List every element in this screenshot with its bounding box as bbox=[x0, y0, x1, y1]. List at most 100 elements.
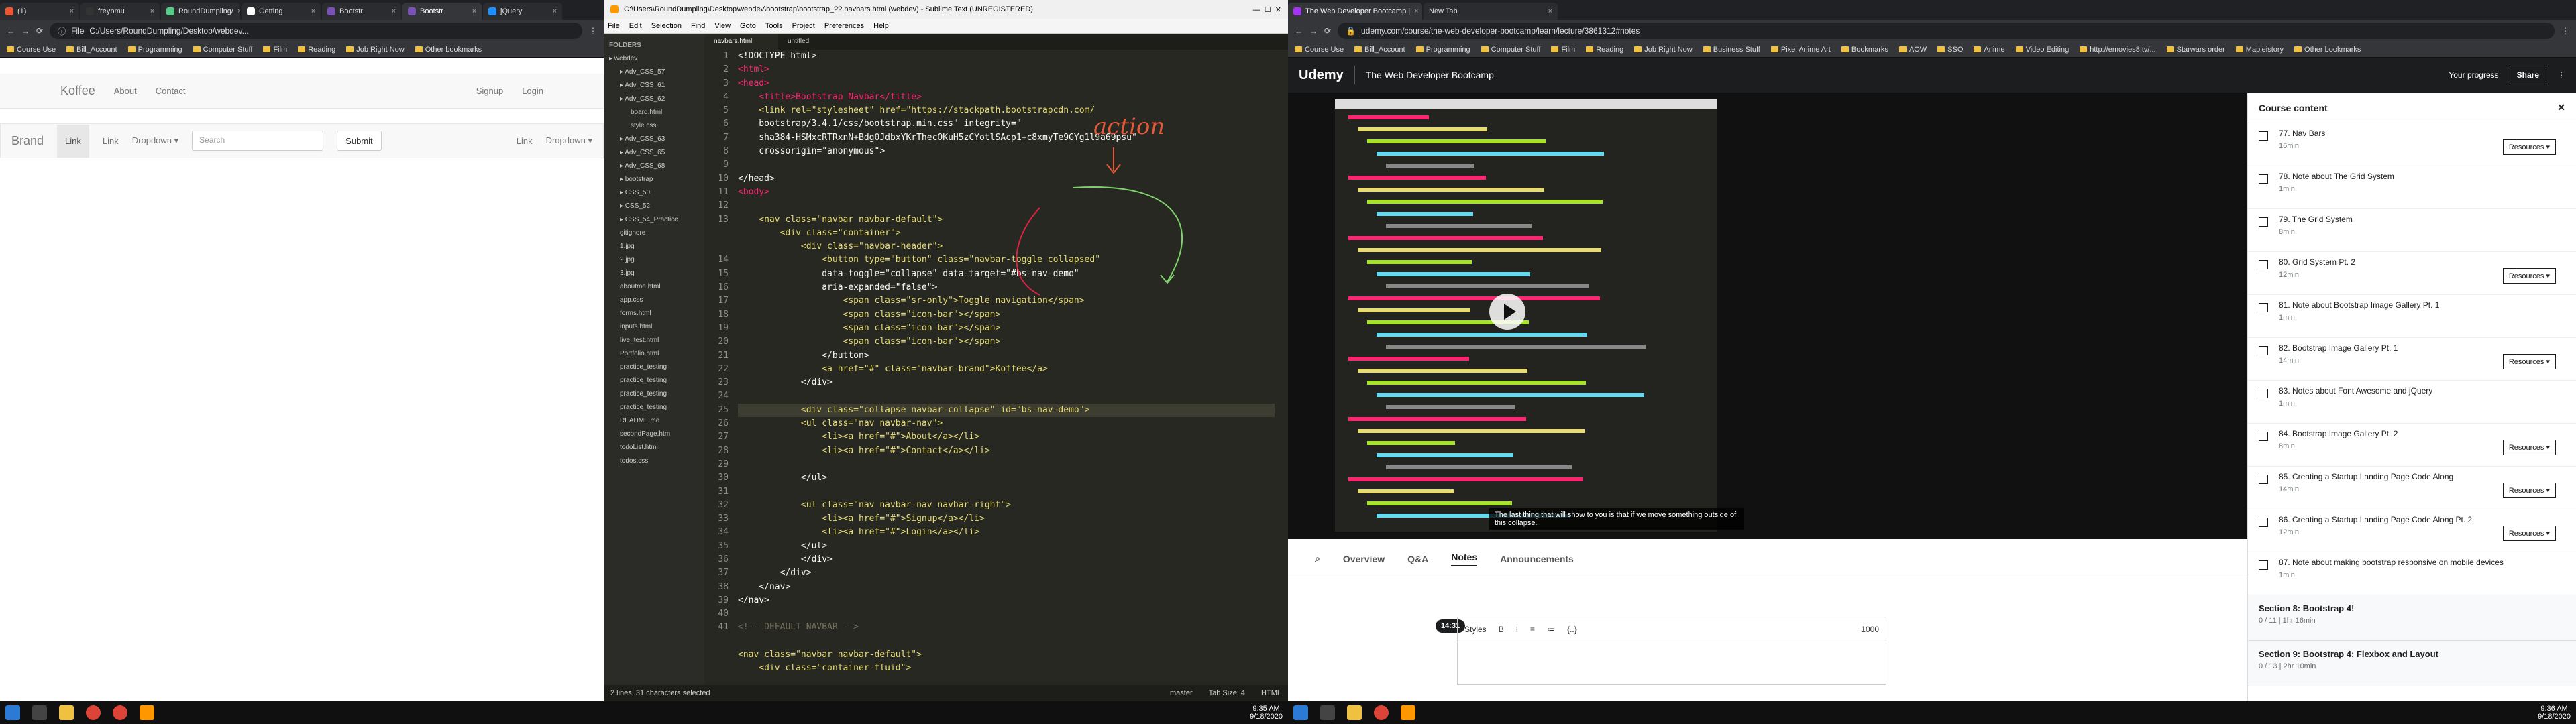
reload-icon[interactable]: ⟳ bbox=[1324, 26, 1331, 36]
play-icon[interactable] bbox=[1489, 294, 1525, 330]
sidebar-file[interactable]: ▸ Adv_CSS_62 bbox=[604, 93, 704, 106]
tab-notes[interactable]: Notes bbox=[1451, 552, 1478, 566]
checkbox-icon[interactable] bbox=[2259, 560, 2268, 570]
right-clock[interactable]: 9:36 AM 9/18/2020 bbox=[2538, 705, 2571, 721]
sidebar-file[interactable]: 1.jpg bbox=[604, 240, 704, 253]
checkbox-icon[interactable] bbox=[2259, 432, 2268, 441]
navbar-brand[interactable]: Koffee bbox=[60, 84, 95, 98]
tab-new[interactable]: New Tab × bbox=[1424, 3, 1558, 20]
search-icon[interactable] bbox=[1320, 705, 1335, 720]
close-icon[interactable]: × bbox=[1414, 7, 1418, 15]
sidebar-file[interactable]: live_test.html bbox=[604, 334, 704, 347]
back-icon[interactable]: ← bbox=[1295, 26, 1303, 36]
bookmark-item[interactable]: Business Stuff bbox=[1703, 46, 1760, 54]
sidebar-file[interactable]: board.html bbox=[604, 106, 704, 119]
file-explorer-icon[interactable] bbox=[59, 705, 74, 720]
sidebar-file[interactable]: 2.jpg bbox=[604, 253, 704, 267]
lecture-item[interactable]: 81. Note about Bootstrap Image Gallery P… bbox=[2248, 295, 2576, 338]
section-header[interactable]: Section 8: Bootstrap 4! 0 / 11 | 1hr 16mi… bbox=[2248, 595, 2576, 641]
bookmark-item[interactable]: http://emovies8.tv/... bbox=[2080, 46, 2156, 54]
menu-item[interactable]: File bbox=[608, 22, 620, 30]
nav-dropdown-right[interactable]: Dropdown ▾ bbox=[546, 135, 592, 146]
editor-tool[interactable]: ≡ bbox=[1530, 625, 1535, 634]
editor-tool[interactable]: Styles bbox=[1464, 625, 1487, 634]
menu-icon[interactable]: ⋮ bbox=[2561, 26, 2569, 36]
right-url-field[interactable]: 🔒 udemy.com/course/the-web-developer-boo… bbox=[1338, 23, 2555, 39]
checkbox-icon[interactable] bbox=[2259, 260, 2268, 269]
bookmark-item[interactable]: AOW bbox=[1898, 46, 1927, 54]
tab-qa[interactable]: Q&A bbox=[1407, 554, 1428, 564]
sidebar-file[interactable]: ▸ Adv_CSS_57 bbox=[604, 66, 704, 79]
nav-link-contact[interactable]: Contact bbox=[156, 86, 186, 96]
checkbox-icon[interactable] bbox=[2259, 346, 2268, 355]
bookmark-item[interactable]: Bookmarks bbox=[1841, 46, 1888, 54]
resources-button[interactable]: Resources ▾ bbox=[2502, 354, 2556, 369]
checkbox-icon[interactable] bbox=[2259, 389, 2268, 398]
close-icon[interactable]: × bbox=[70, 7, 74, 15]
sidebar-file[interactable]: practice_testing bbox=[604, 374, 704, 387]
menu-item[interactable]: Goto bbox=[740, 22, 756, 30]
lecture-item[interactable]: 78. Note about The Grid System 1min bbox=[2248, 166, 2576, 209]
sidebar-file[interactable]: ▸ Adv_CSS_65 bbox=[604, 146, 704, 160]
lecture-item[interactable]: 82. Bootstrap Image Gallery Pt. 1 14min Re… bbox=[2248, 338, 2576, 381]
tab-udemy[interactable]: The Web Developer Bootcamp | × bbox=[1288, 3, 1422, 20]
close-icon[interactable]: × bbox=[1548, 7, 1552, 15]
navbar-brand-2[interactable]: Brand bbox=[11, 134, 44, 148]
browser-tab[interactable]: Getting × bbox=[241, 3, 321, 20]
lecture-item[interactable]: 85. Creating a Startup Landing Page Code… bbox=[2248, 467, 2576, 509]
resources-button[interactable]: Resources ▾ bbox=[2502, 268, 2556, 284]
menu-item[interactable]: Preferences bbox=[824, 22, 864, 30]
checkbox-icon[interactable] bbox=[2259, 303, 2268, 312]
video-player[interactable]: The last thing that will show to you is … bbox=[1288, 93, 2247, 539]
bookmark-item[interactable]: Film bbox=[1551, 46, 1575, 54]
chrome-icon[interactable] bbox=[86, 705, 101, 720]
bookmark-item[interactable]: Reading bbox=[1586, 46, 1623, 54]
menu-item[interactable]: Help bbox=[873, 22, 889, 30]
menu-item[interactable]: Project bbox=[792, 22, 815, 30]
sidebar-file[interactable]: practice_testing bbox=[604, 387, 704, 401]
checkbox-icon[interactable] bbox=[2259, 518, 2268, 527]
nav-link[interactable]: Link bbox=[103, 136, 119, 146]
close-icon[interactable]: × bbox=[472, 7, 476, 15]
sidebar-file[interactable]: ▸ Adv_CSS_63 bbox=[604, 133, 704, 146]
lecture-item[interactable]: 86. Creating a Startup Landing Page Code… bbox=[2248, 509, 2576, 552]
your-progress[interactable]: Your progress bbox=[2449, 70, 2498, 80]
bookmark-item[interactable]: Reading bbox=[298, 46, 335, 54]
editor-tool[interactable]: ≔ bbox=[1547, 625, 1555, 634]
nav-link-right[interactable]: Link bbox=[517, 136, 533, 146]
sidebar-file[interactable]: ▸ CSS_54_Practice bbox=[604, 213, 704, 227]
windows-start-icon[interactable] bbox=[1293, 705, 1308, 720]
editor-tool[interactable]: {..} bbox=[1567, 625, 1577, 634]
close-icon[interactable]: × bbox=[392, 7, 396, 15]
bookmark-item[interactable]: Starwars order bbox=[2166, 46, 2225, 54]
sidebar-file[interactable]: Portfolio.html bbox=[604, 347, 704, 361]
bookmark-item[interactable]: Pixel Anime Art bbox=[1770, 46, 1831, 54]
close-icon[interactable]: × bbox=[311, 7, 315, 15]
bookmark-item[interactable]: Programming bbox=[1415, 46, 1470, 54]
editor-tool[interactable]: I bbox=[1516, 625, 1518, 634]
resources-button[interactable]: Resources ▾ bbox=[2502, 139, 2556, 155]
bookmark-item[interactable]: Job Right Now bbox=[346, 46, 405, 54]
browser-tab[interactable]: freybmu × bbox=[80, 3, 160, 20]
browser-tab[interactable]: Bootstr × bbox=[402, 3, 482, 20]
forward-icon[interactable]: → bbox=[21, 26, 30, 36]
sidebar-file[interactable]: ▸ CSS_52 bbox=[604, 200, 704, 213]
lecture-item[interactable]: 80. Grid System Pt. 2 12min Resources ▾ bbox=[2248, 252, 2576, 295]
nav-link-active[interactable]: Link bbox=[57, 124, 89, 158]
udemy-logo[interactable]: Udemy bbox=[1299, 68, 1344, 83]
editor-tab-untitled[interactable]: untitled bbox=[778, 34, 852, 50]
checkbox-icon[interactable] bbox=[2259, 131, 2268, 141]
sidebar-file[interactable]: app.css bbox=[604, 294, 704, 307]
bookmark-item[interactable]: Course Use bbox=[7, 46, 56, 54]
lecture-item[interactable]: 79. The Grid System 8min bbox=[2248, 209, 2576, 252]
lecture-item[interactable]: 84. Bootstrap Image Gallery Pt. 2 8min Res… bbox=[2248, 424, 2576, 467]
note-text-area[interactable] bbox=[1457, 642, 1886, 685]
sidebar-file[interactable]: README.md bbox=[604, 414, 704, 428]
sidebar-file[interactable]: ▸ bootstrap bbox=[604, 173, 704, 186]
close-icon[interactable]: × bbox=[150, 7, 154, 15]
nav-link-login[interactable]: Login bbox=[522, 86, 543, 96]
menu-item[interactable]: Edit bbox=[629, 22, 642, 30]
resources-button[interactable]: Resources ▾ bbox=[2502, 483, 2556, 498]
more-icon[interactable]: ⋮ bbox=[2557, 70, 2565, 80]
lecture-item[interactable]: 77. Nav Bars 16min Resources ▾ bbox=[2248, 123, 2576, 166]
